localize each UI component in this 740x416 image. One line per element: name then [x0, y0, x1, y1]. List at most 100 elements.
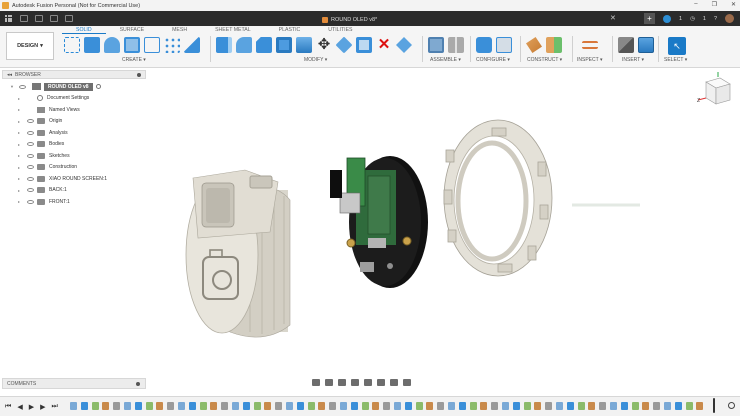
expand-icon[interactable]: ▸	[18, 188, 23, 193]
tab-utilities[interactable]: UTILITIES	[314, 27, 366, 34]
activate-radio-icon[interactable]	[95, 84, 101, 90]
timeline-feature-icon[interactable]	[91, 402, 99, 410]
timeline-feature-icon[interactable]	[124, 402, 131, 410]
viewports-icon[interactable]	[403, 379, 411, 386]
timeline-marker[interactable]	[713, 398, 715, 413]
eye-icon[interactable]	[27, 119, 34, 124]
view-cube-icon[interactable]: Z	[696, 72, 736, 108]
account-count[interactable]: 1	[703, 16, 706, 22]
expand-icon[interactable]: ▸	[18, 119, 23, 124]
assemble-menu[interactable]: ASSEMBLE ▾	[430, 57, 461, 63]
tree-item-bodies[interactable]: ▸ Bodies	[2, 139, 146, 151]
go-to-start-icon[interactable]: ⏮	[5, 403, 11, 411]
document-tab[interactable]: ROUND OLED v8*	[322, 13, 377, 26]
eye-icon[interactable]	[27, 153, 34, 158]
timeline-feature-icon[interactable]	[221, 402, 229, 410]
timeline-feature-icon[interactable]	[566, 402, 574, 410]
select-cursor-icon[interactable]: ↖	[668, 37, 686, 55]
user-avatar[interactable]	[725, 14, 734, 23]
step-back-icon[interactable]: ◀	[17, 403, 22, 411]
redo-icon[interactable]	[65, 15, 73, 22]
timeline-settings-gear-icon[interactable]	[728, 402, 735, 409]
mirror-icon[interactable]	[184, 37, 200, 53]
timeline-feature-icon[interactable]	[426, 402, 434, 410]
chamfer-icon[interactable]	[256, 37, 272, 53]
construct-menu[interactable]: CONSTRUCT ▾	[527, 57, 562, 63]
tree-item-document-settings[interactable]: ▸ Document Settings	[2, 93, 146, 105]
timeline-feature-icon[interactable]	[674, 402, 682, 410]
eye-icon[interactable]	[19, 84, 26, 89]
rectangular-pattern-icon[interactable]	[144, 37, 160, 53]
front-body-model[interactable]	[443, 119, 553, 277]
workspace-switcher[interactable]: DESIGN ▾	[6, 32, 54, 60]
comments-options-icon[interactable]	[136, 381, 140, 386]
go-to-end-icon[interactable]: ⏭	[51, 403, 57, 411]
clock-icon[interactable]: ◷	[690, 16, 695, 22]
tree-item-sketches[interactable]: ▸ Sketches	[2, 150, 146, 162]
timeline-feature-icon[interactable]	[178, 402, 185, 410]
look-at-icon[interactable]	[325, 379, 333, 386]
new-tab-button[interactable]: +	[644, 13, 655, 24]
timeline-feature-icon[interactable]	[296, 402, 304, 410]
timeline-feature-icon[interactable]	[113, 402, 121, 410]
expand-icon[interactable]: ▼	[10, 84, 15, 89]
timeline-feature-icon[interactable]	[653, 402, 661, 410]
timeline-feature-icon[interactable]	[534, 402, 542, 410]
eye-icon[interactable]	[27, 199, 34, 204]
timeline-feature-icon[interactable]	[523, 402, 531, 410]
pan-icon[interactable]	[338, 379, 346, 386]
timeline-feature-icon[interactable]	[145, 402, 153, 410]
expand-icon[interactable]: ▸	[18, 130, 23, 135]
maximize-button[interactable]: ❐	[712, 1, 717, 8]
timeline-feature-icon[interactable]	[696, 402, 704, 410]
timeline-feature-icon[interactable]	[232, 402, 239, 410]
timeline-feature-icon[interactable]	[664, 402, 671, 410]
tab-surface[interactable]: SURFACE	[106, 27, 159, 34]
measure-icon[interactable]	[582, 41, 598, 49]
new-component-icon[interactable]	[428, 37, 444, 53]
play-icon[interactable]: ▶	[29, 403, 34, 411]
joint-icon[interactable]	[448, 37, 464, 53]
close-tab-icon[interactable]: ✕	[610, 14, 616, 22]
eye-icon[interactable]	[27, 130, 34, 135]
job-status-icon[interactable]	[663, 14, 671, 23]
midplane-icon[interactable]	[546, 37, 562, 53]
timeline-feature-icon[interactable]	[556, 402, 563, 410]
expand-icon[interactable]: ▸	[18, 96, 23, 101]
comments-panel-header[interactable]: COMMENTS	[2, 378, 146, 389]
timeline-feature-icon[interactable]	[80, 402, 88, 410]
expand-icon[interactable]: ▸	[18, 107, 23, 112]
timeline-feature-icon[interactable]	[102, 402, 110, 410]
undo-icon[interactable]	[50, 15, 58, 22]
inspect-menu[interactable]: INSPECT ▾	[577, 57, 603, 63]
timeline-feature-icon[interactable]	[437, 402, 445, 410]
modify-menu[interactable]: MODIFY ▾	[304, 57, 327, 63]
configure-menu[interactable]: CONFIGURE ▾	[476, 57, 510, 63]
timeline-feature-icon[interactable]	[340, 402, 347, 410]
collapse-icon[interactable]: ◂◂	[7, 72, 12, 78]
timeline-feature-icon[interactable]	[491, 402, 499, 410]
timeline-feature-icon[interactable]	[610, 402, 617, 410]
tree-item-back[interactable]: ▸ BACK:1	[2, 185, 146, 197]
timeline-feature-icon[interactable]	[404, 402, 412, 410]
timeline-feature-icon[interactable]	[545, 402, 553, 410]
timeline-feature-icon[interactable]	[253, 402, 261, 410]
tree-item-xiao-round-screen[interactable]: ▸ XIAO ROUND SCREEN:1	[2, 173, 146, 185]
timeline-feature-icon[interactable]	[199, 402, 207, 410]
timeline-feature-icon[interactable]	[599, 402, 607, 410]
timeline-feature-icon[interactable]	[448, 402, 455, 410]
minimize-button[interactable]: –	[694, 1, 697, 8]
timeline-feature-icon[interactable]	[210, 402, 218, 410]
create-menu[interactable]: CREATE ▾	[122, 57, 146, 63]
step-forward-icon[interactable]: ▶	[40, 403, 45, 411]
revolve-icon[interactable]	[104, 37, 120, 53]
timeline-feature-icon[interactable]	[318, 402, 326, 410]
expand-icon[interactable]: ▸	[18, 153, 23, 158]
timeline-feature-icon[interactable]	[685, 402, 693, 410]
timeline-feature-icon[interactable]	[307, 402, 315, 410]
move-icon[interactable]: ✥	[316, 37, 332, 53]
offset-plane-icon[interactable]	[526, 37, 542, 53]
timeline-feature-icon[interactable]	[458, 402, 466, 410]
tab-mesh[interactable]: MESH	[158, 27, 201, 34]
save-icon[interactable]	[35, 15, 43, 22]
